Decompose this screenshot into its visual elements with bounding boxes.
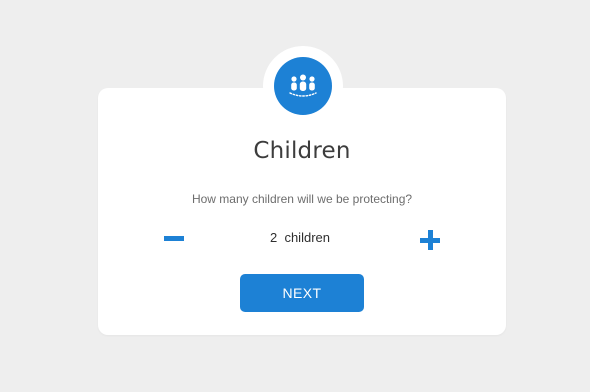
children-count: 2 children <box>270 230 330 245</box>
page: Children How many children will we be pr… <box>0 0 590 392</box>
badge-circle <box>274 57 332 115</box>
increment-button[interactable] <box>416 226 444 254</box>
children-group-icon <box>289 74 317 97</box>
children-question: How many children will we be protecting? <box>191 192 413 206</box>
decrement-button[interactable] <box>160 224 188 252</box>
minus-icon <box>164 235 184 241</box>
next-button[interactable]: NEXT <box>240 274 364 312</box>
page-title: Children <box>253 138 351 164</box>
icon-badge <box>263 46 343 126</box>
